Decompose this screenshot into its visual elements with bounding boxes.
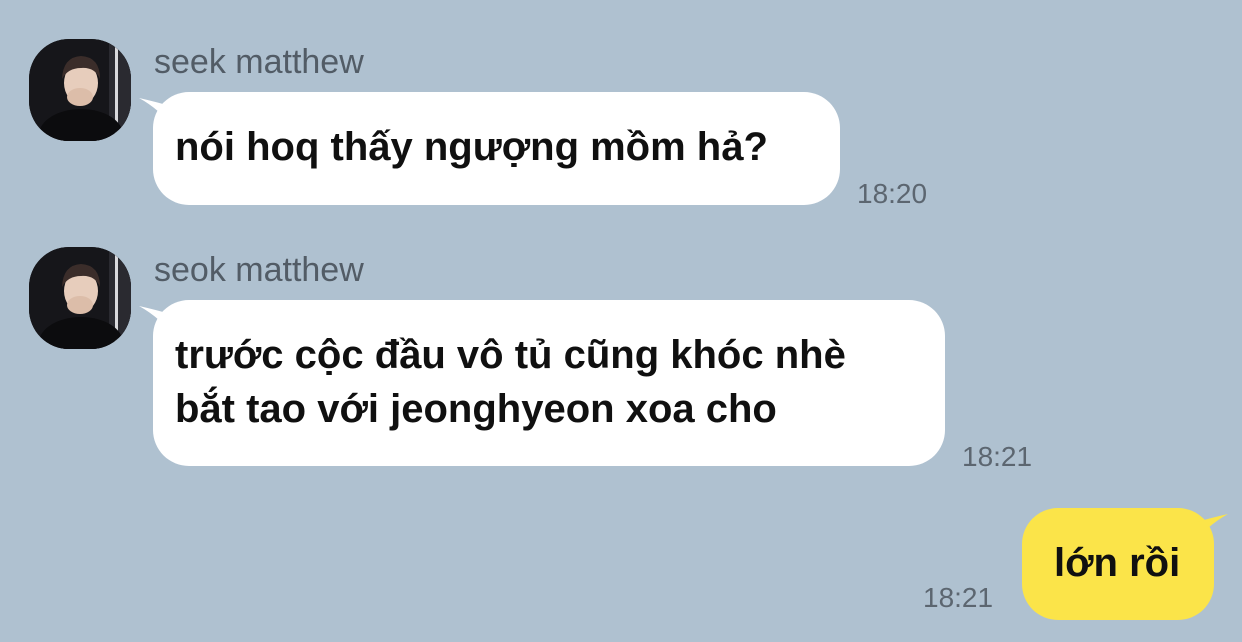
message-bubble[interactable]: nói hoq thấy ngượng mồm hả? (139, 92, 840, 205)
avatar[interactable] (29, 39, 131, 141)
message-text-line: trước cộc đầu vô tủ cũng khóc nhè (175, 333, 846, 377)
bubble-tail-icon (139, 306, 177, 340)
message-text-line: bắt tao với jeonghyeon xoa cho (175, 387, 777, 431)
message-text: lớn rồi (1054, 541, 1181, 585)
outgoing-message-bubble[interactable]: lớn rồi (1022, 508, 1228, 620)
bubble-tail-icon (139, 98, 177, 132)
message-timestamp: 18:21 (923, 582, 994, 613)
message-bubble[interactable]: trước cộc đầu vô tủ cũng khóc nhè bắt ta… (139, 300, 945, 466)
avatar[interactable] (29, 247, 131, 349)
message-timestamp: 18:20 (857, 178, 928, 209)
message-text: nói hoq thấy ngượng mồm hả? (175, 125, 768, 169)
sender-name: seek matthew (154, 43, 364, 81)
sender-name: seok matthew (154, 251, 364, 289)
bubble-tail-icon (1190, 514, 1228, 548)
message-timestamp: 18:21 (962, 441, 1033, 472)
